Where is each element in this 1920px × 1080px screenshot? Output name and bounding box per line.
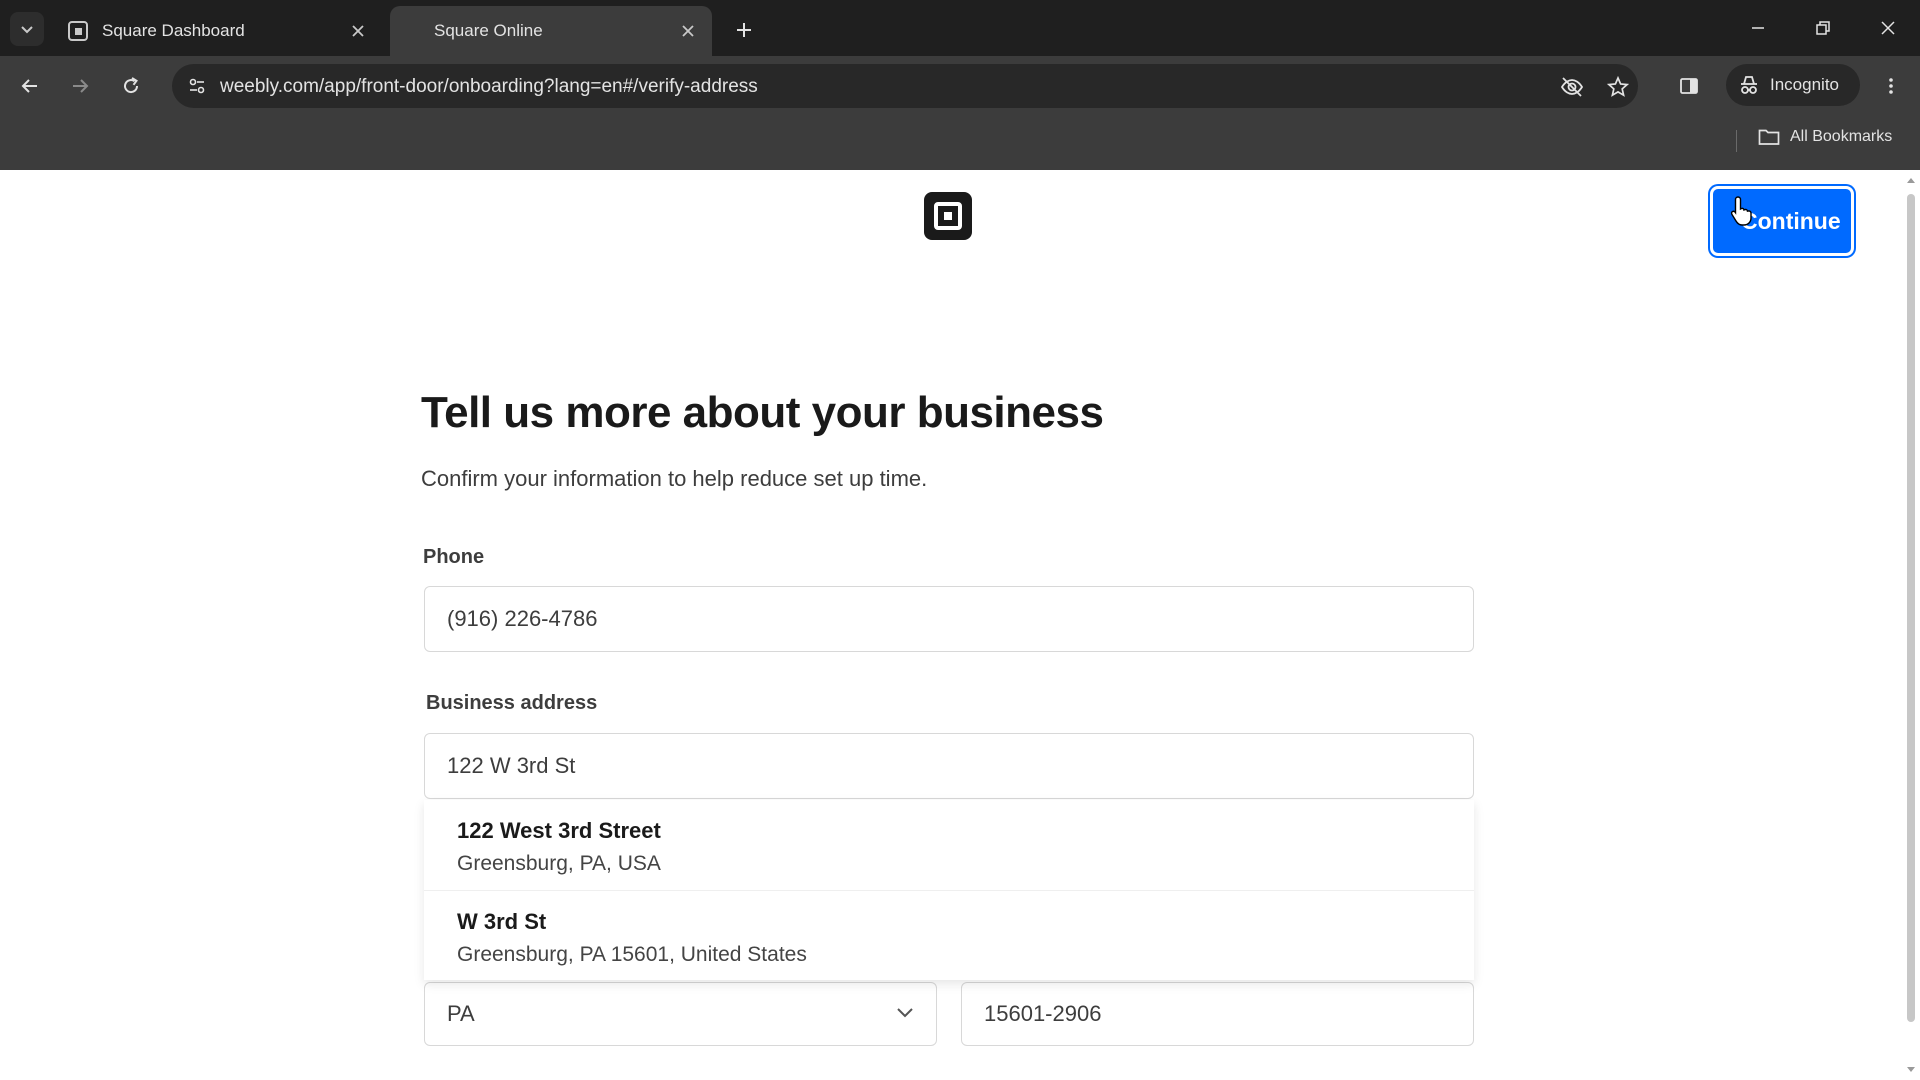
reload-button[interactable] xyxy=(114,69,148,103)
state-select[interactable]: PA xyxy=(424,982,937,1046)
suggestion-secondary-text: Greensburg, PA, USA xyxy=(457,852,661,875)
back-arrow-icon xyxy=(21,79,37,93)
back-button[interactable] xyxy=(13,69,47,103)
scroll-up-arrow-icon[interactable] xyxy=(1906,176,1916,184)
page-scrollbar[interactable] xyxy=(1902,170,1920,1080)
all-bookmarks-button[interactable]: All Bookmarks xyxy=(1758,128,1892,146)
minimize-icon xyxy=(1752,27,1764,29)
more-vert-icon xyxy=(1889,78,1893,94)
tracking-protection-button[interactable] xyxy=(1556,71,1588,103)
minimize-button[interactable] xyxy=(1738,10,1778,46)
bookmark-star-button[interactable] xyxy=(1602,71,1634,103)
tab-close-button[interactable] xyxy=(344,17,372,45)
close-icon xyxy=(352,25,364,37)
page-header: Continue xyxy=(0,170,1902,274)
tab-search-icon xyxy=(21,26,33,34)
restore-button[interactable] xyxy=(1803,10,1843,46)
url-text[interactable]: weebly.com/app/front-door/onboarding?lan… xyxy=(220,76,758,98)
business-address-input[interactable]: 122 W 3rd St xyxy=(424,733,1474,799)
bookmarks-divider xyxy=(1736,130,1737,152)
forward-button[interactable] xyxy=(63,69,97,103)
eye-off-icon xyxy=(1560,77,1584,97)
square-logo-icon xyxy=(924,192,972,240)
site-settings-button[interactable] xyxy=(182,71,212,101)
restore-icon xyxy=(1816,21,1830,35)
suggestion-secondary-text: Greensburg, PA 15601, United States xyxy=(457,943,807,966)
address-suggestion-item[interactable]: 122 West 3rd Street Greensburg, PA, USA xyxy=(424,800,1474,890)
page-content: Continue Tell us more about your busines… xyxy=(0,170,1902,1080)
suggestion-primary-text: 122 West 3rd Street xyxy=(457,818,661,843)
new-tab-button[interactable] xyxy=(728,14,760,46)
tab-title: Square Dashboard xyxy=(102,21,245,40)
close-icon xyxy=(1881,21,1895,35)
tab-close-button[interactable] xyxy=(674,17,702,45)
star-icon xyxy=(1607,76,1629,97)
side-panel-icon xyxy=(1680,78,1698,94)
tab-search-button[interactable] xyxy=(10,12,44,46)
forward-arrow-icon xyxy=(73,79,89,93)
bookmarks-bar: All Bookmarks xyxy=(0,114,1920,170)
scrollbar-thumb[interactable] xyxy=(1907,194,1915,1022)
tab-square-dashboard[interactable]: Square Dashboard xyxy=(56,6,382,56)
browser-tab-bar: Square Dashboard Square Online xyxy=(0,0,1920,56)
page-title: Tell us more about your business xyxy=(421,388,1104,437)
incognito-indicator[interactable]: Incognito xyxy=(1726,64,1860,106)
zip-input[interactable]: 15601-2906 xyxy=(961,982,1474,1046)
incognito-icon xyxy=(1741,76,1757,94)
tab-title: Square Online xyxy=(434,21,543,40)
all-bookmarks-label: All Bookmarks xyxy=(1790,128,1893,145)
chevron-down-icon xyxy=(897,1008,913,1018)
square-favicon-icon xyxy=(68,21,88,41)
reload-icon xyxy=(124,77,139,94)
cursor-pointer-icon xyxy=(1730,196,1752,226)
incognito-label: Incognito xyxy=(1770,75,1839,94)
plus-icon xyxy=(737,23,751,37)
business-address-label: Business address xyxy=(426,692,598,714)
tab-square-online[interactable]: Square Online xyxy=(390,6,712,56)
phone-label: Phone xyxy=(423,546,485,568)
suggestion-primary-text: W 3rd St xyxy=(457,909,547,934)
phone-input[interactable]: (916) 226-4786 xyxy=(424,586,1474,652)
browser-toolbar: weebly.com/app/front-door/onboarding?lan… xyxy=(0,56,1920,114)
side-panel-button[interactable] xyxy=(1672,69,1706,103)
scroll-down-arrow-icon[interactable] xyxy=(1906,1066,1916,1074)
state-select-value: PA xyxy=(447,1001,475,1026)
address-suggestion-item[interactable]: W 3rd St Greensburg, PA 15601, United St… xyxy=(424,890,1474,980)
browser-menu-button[interactable] xyxy=(1874,69,1908,103)
close-window-button[interactable] xyxy=(1868,10,1908,46)
site-settings-icon xyxy=(189,78,205,94)
folder-icon xyxy=(1758,129,1780,145)
page-subtitle: Confirm your information to help reduce … xyxy=(421,466,928,491)
address-suggestions: 122 West 3rd Street Greensburg, PA, USA … xyxy=(424,800,1474,980)
close-icon xyxy=(682,25,694,37)
address-bar[interactable]: weebly.com/app/front-door/onboarding?lan… xyxy=(172,64,1638,108)
